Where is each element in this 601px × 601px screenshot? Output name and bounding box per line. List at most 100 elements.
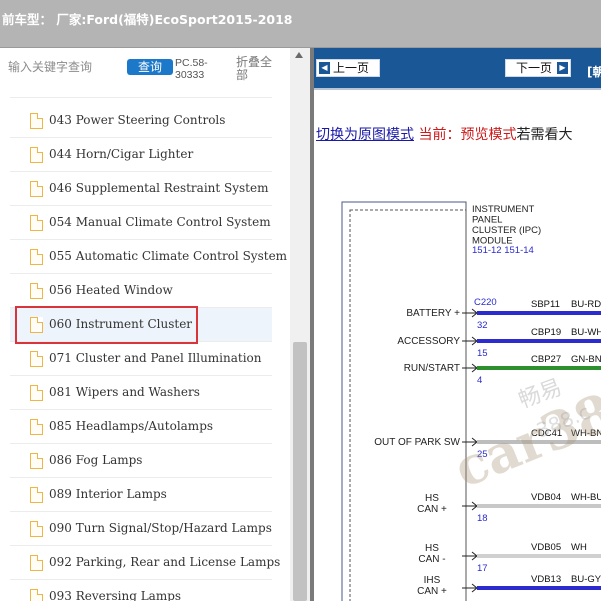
wire-color-code: WH-BU: [571, 492, 601, 503]
circuit-code: CBP19: [531, 327, 561, 338]
circuit-code: VDB04: [531, 492, 561, 503]
pin-function-label: ACCESSORY: [397, 336, 460, 347]
pin-number: 18: [477, 513, 488, 524]
tree-item[interactable]: 092 Parking, Rear and License Lamps: [10, 546, 280, 580]
document-icon: [30, 555, 43, 571]
search-bar: 查询 PC.58-30333 折叠全部: [0, 48, 290, 90]
chapter-tree: 043 Power Steering Controls 044 Horn/Ciga…: [0, 90, 290, 601]
tree-item-label: 054 Manual Climate Control System: [49, 215, 271, 229]
circuit-code: VDB05: [531, 542, 561, 553]
current-mode-label: 当前：预览模式: [418, 127, 517, 143]
pin-function-label: CAN +: [417, 504, 447, 515]
tree-item-label: 056 Heated Window: [49, 283, 173, 297]
query-button[interactable]: 查询: [127, 59, 173, 75]
wire-color-code: GN-BN: [571, 354, 601, 365]
document-icon: [30, 283, 43, 299]
tree-item-label: 085 Headlamps/Autolamps: [49, 419, 214, 433]
wire-color-code: WH: [571, 542, 587, 553]
pin-number: 17: [477, 563, 488, 574]
vehicle-model-title: 前车型： 厂家:Ford(福特)EcoSport2015-2018: [2, 12, 293, 27]
tree-item[interactable]: 086 Fog Lamps: [10, 444, 272, 478]
tree-item[interactable]: 043 Power Steering Controls: [10, 104, 272, 138]
tree-item[interactable]: 071 Cluster and Panel Illumination: [10, 342, 272, 376]
pin-function-label: RUN/START: [404, 363, 460, 374]
pin-number: 15: [477, 348, 488, 359]
prev-page-button[interactable]: ◀ 上一页: [316, 59, 380, 77]
pin-number: 4: [477, 375, 482, 386]
tree-item[interactable]: 054 Manual Climate Control System: [10, 206, 272, 240]
tree-item-label: 093 Reversing Lamps: [49, 589, 182, 601]
document-icon: [30, 181, 43, 197]
tree-item[interactable]: 085 Headlamps/Autolamps: [10, 410, 272, 444]
next-page-label: 下一页: [516, 61, 553, 75]
tree-item[interactable]: 044 Horn/Cigar Lighter: [10, 138, 272, 172]
tree-item-label: 046 Supplemental Restraint System: [49, 181, 269, 195]
arrow-left-icon: ◀: [319, 62, 330, 74]
document-icon: [30, 249, 43, 265]
nav-divider: [314, 88, 601, 90]
tree-item-label: 086 Fog Lamps: [49, 453, 143, 467]
viewer-panel: ◀ 上一页 下一页 ▶ [朝 切换为原图模式 当前：预览模式若需看大 INSTR…: [310, 48, 601, 601]
tree-item[interactable]: 046 Supplemental Restraint System: [10, 172, 272, 206]
document-icon: [30, 589, 43, 601]
wire-color-code: BU-RD: [571, 299, 601, 310]
tree-item-label: 089 Interior Lamps: [49, 487, 167, 501]
module-title-line: CLUSTER (IPC): [472, 225, 541, 236]
tree-item-label: 090 Turn Signal/Stop/Hazard Lamps: [49, 521, 272, 535]
connector-label: C220: [474, 297, 497, 308]
tree-item[interactable]: 081 Wipers and Washers: [10, 376, 272, 410]
wiring-diagram-svg: INSTRUMENTPANELCLUSTER (IPC)MODULE151-12…: [341, 201, 601, 601]
left-panel: 查询 PC.58-30333 折叠全部 043 Power Steering C…: [0, 48, 310, 601]
tree-item-label: 055 Automatic Climate Control System: [49, 249, 288, 263]
tree-item[interactable]: 090 Turn Signal/Stop/Hazard Lamps: [10, 512, 272, 546]
document-icon: [30, 147, 43, 163]
document-icon: [30, 215, 43, 231]
tree-item-label: 081 Wipers and Washers: [49, 385, 200, 399]
pin-function-label: BATTERY +: [406, 308, 460, 319]
nav-extra-text: [朝: [587, 65, 601, 79]
page-nav-bar: ◀ 上一页 下一页 ▶ [朝: [314, 48, 601, 88]
collapse-all-link[interactable]: 折叠全部: [236, 56, 276, 82]
tree-item-label: 043 Power Steering Controls: [49, 113, 226, 127]
document-icon: [30, 351, 43, 367]
tree-item-partial[interactable]: [10, 90, 272, 98]
pin-function-label: HS: [425, 543, 439, 554]
wire-color-code: BU-GY: [571, 574, 601, 585]
tree-item[interactable]: 055 Automatic Climate Control System: [10, 240, 287, 274]
selection-highlight-box: [15, 306, 198, 344]
tree-scrollbar[interactable]: [290, 48, 310, 601]
prev-page-label: 上一页: [333, 61, 370, 75]
circuit-code: VDB13: [531, 574, 561, 585]
tree-item-label: 044 Horn/Cigar Lighter: [49, 147, 194, 161]
hint-text: 若需看大: [516, 127, 573, 143]
pin-function-label: HS: [425, 493, 439, 504]
module-outline: [341, 201, 467, 601]
pin-function-label: CAN +: [417, 586, 447, 597]
scroll-thumb[interactable]: [293, 342, 307, 601]
wire-color-code: BU-WH: [571, 327, 601, 338]
switch-original-mode-link[interactable]: 切换为原图模式: [316, 127, 414, 143]
circuit-code: SBP11: [531, 299, 560, 310]
circuit-code: CBP27: [531, 354, 561, 365]
document-icon: [30, 385, 43, 401]
document-icon: [30, 521, 43, 537]
module-title-line: PANEL: [472, 215, 502, 226]
module-inner-dashed: [349, 209, 467, 601]
app-header: 前车型： 厂家:Ford(福特)EcoSport2015-2018: [0, 0, 601, 48]
tree-item[interactable]: 056 Heated Window: [10, 274, 272, 308]
next-page-button[interactable]: 下一页 ▶: [505, 59, 571, 77]
search-input[interactable]: [8, 60, 120, 74]
tree-item-label: 071 Cluster and Panel Illumination: [49, 351, 262, 365]
module-title-line: INSTRUMENT: [472, 204, 534, 215]
scroll-up-arrow-icon[interactable]: [295, 52, 303, 58]
module-refs: 151-12 151-14: [472, 245, 534, 256]
tree-item[interactable]: 093 Reversing Lamps: [10, 580, 272, 601]
wiring-diagram: INSTRUMENT PANEL CLUSTER (IPC) MODULE 151-12…: [314, 198, 601, 601]
document-icon: [30, 487, 43, 503]
document-icon: [30, 419, 43, 435]
pc-code-label: PC.58-30333: [175, 57, 208, 81]
tree-item[interactable]: 089 Interior Lamps: [10, 478, 272, 512]
pin-function-label: CAN -: [418, 554, 445, 565]
document-icon: [30, 453, 43, 469]
tree-item-label: 092 Parking, Rear and License Lamps: [49, 555, 281, 569]
